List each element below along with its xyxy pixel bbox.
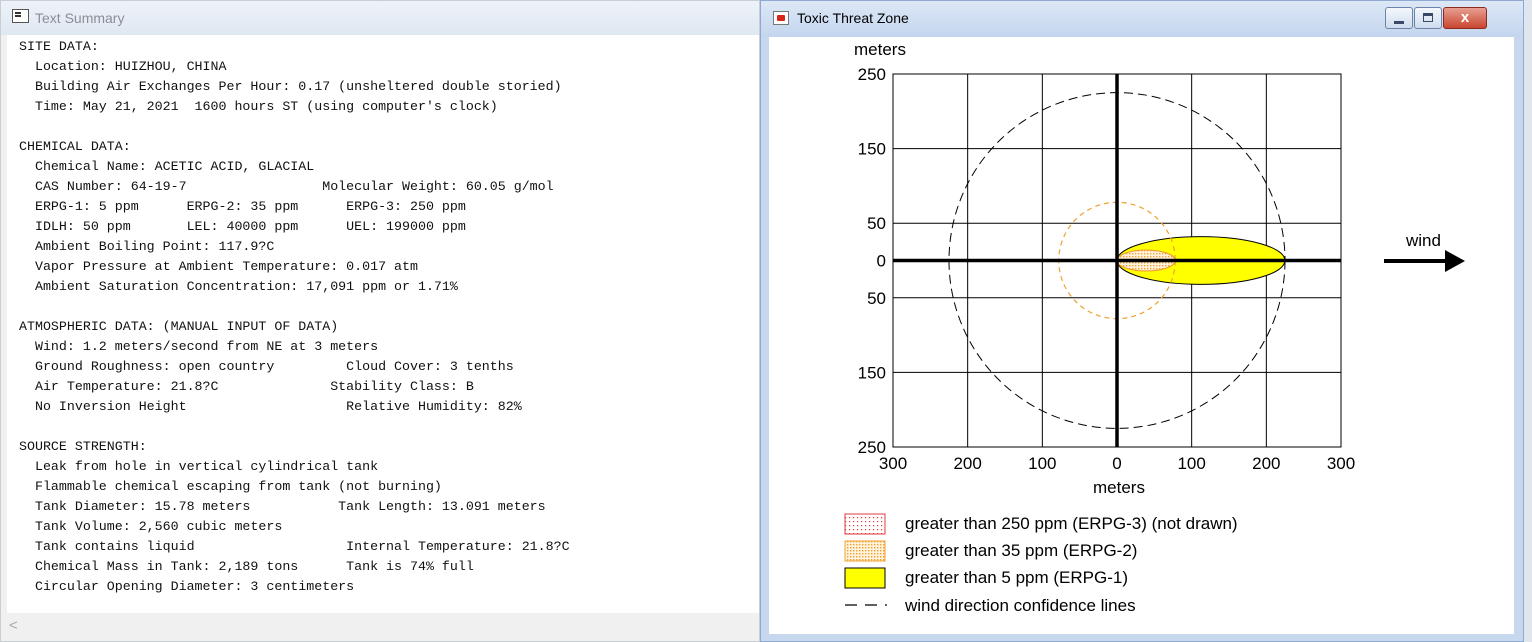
maximize-icon xyxy=(1423,13,1433,22)
maximize-button[interactable] xyxy=(1414,7,1442,29)
x-tick-label: 300 xyxy=(1327,454,1355,473)
y-tick-label: 150 xyxy=(858,140,886,159)
text-window-icon xyxy=(12,9,29,23)
y-tick-label: 250 xyxy=(858,65,886,84)
threat-zone-window-icon xyxy=(773,11,789,25)
y-tick-label: 50 xyxy=(867,214,886,233)
y-axis-label: meters xyxy=(854,40,906,59)
x-tick-label: 100 xyxy=(1028,454,1056,473)
threat-zone-plot-area: meters meters 300 200 100 0 100 200 300 250 150 5… xyxy=(769,37,1514,634)
toxic-threat-zone-title: Toxic Threat Zone xyxy=(797,10,909,26)
y-tick-label: 150 xyxy=(858,363,886,382)
legend-erpg3-label: greater than 250 ppm (ERPG-3) (not drawn… xyxy=(905,514,1238,533)
text-summary-title: Text Summary xyxy=(35,10,125,26)
legend-erpg2-label: greater than 35 ppm (ERPG-2) xyxy=(905,541,1137,560)
y-tick-label: 250 xyxy=(858,438,886,457)
wind-arrow-head xyxy=(1445,250,1465,272)
close-button[interactable]: x xyxy=(1443,7,1487,29)
scroll-left-icon[interactable]: < xyxy=(9,617,18,634)
x-tick-label: 0 xyxy=(1112,454,1121,473)
legend-erpg2-swatch xyxy=(844,540,886,562)
legend-erpg1-swatch xyxy=(844,567,886,589)
minimize-icon xyxy=(1394,21,1404,24)
threat-zone-chart: meters meters 300 200 100 0 100 200 3002501505… xyxy=(844,40,1465,615)
minimize-button[interactable] xyxy=(1385,7,1413,29)
y-tick-label: 0 xyxy=(877,252,886,271)
text-summary-window: Text Summary SITE DATA: Location: HUIZHO… xyxy=(0,0,760,642)
legend-erpg1-label: greater than 5 ppm (ERPG-1) xyxy=(905,568,1128,587)
toxic-threat-zone-title-bar[interactable]: Toxic Threat Zone x xyxy=(761,1,1523,37)
x-tick-label: 200 xyxy=(953,454,981,473)
x-tick-label: 100 xyxy=(1177,454,1205,473)
x-tick-label: 200 xyxy=(1252,454,1280,473)
toxic-threat-zone-window: Toxic Threat Zone x meters meters 300 200… xyxy=(760,0,1524,642)
wind-label: wind xyxy=(1405,231,1441,250)
text-summary-content: SITE DATA: Location: HUIZHOU, CHINA Buil… xyxy=(7,35,759,613)
text-summary-title-bar[interactable]: Text Summary xyxy=(1,1,759,35)
close-icon: x xyxy=(1460,9,1470,26)
desktop-edge xyxy=(1524,0,1532,642)
horizontal-scrollbar[interactable]: < xyxy=(1,613,759,641)
y-tick-label: 50 xyxy=(867,289,886,308)
legend-erpg3-swatch xyxy=(844,513,886,535)
legend-confidence-label: wind direction confidence lines xyxy=(904,596,1136,615)
x-axis-label: meters xyxy=(1093,478,1145,497)
